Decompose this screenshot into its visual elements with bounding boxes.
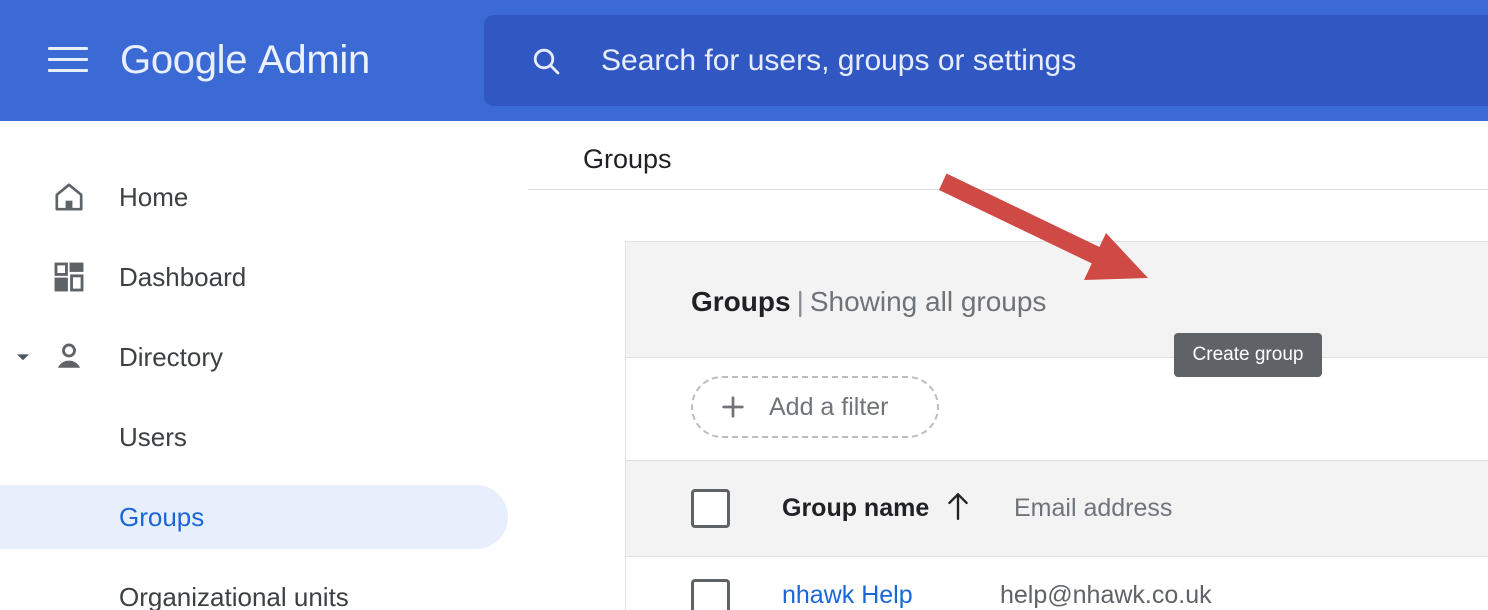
- plus-icon: [718, 392, 748, 422]
- hamburger-bar-2: [48, 58, 88, 61]
- main-content: Groups Groups|Showing all groups Create …: [520, 121, 1488, 610]
- sidebar-item-dashboard[interactable]: Dashboard: [0, 245, 508, 309]
- sidebar-item-home[interactable]: Home: [0, 165, 508, 229]
- brand-google: Google: [120, 38, 248, 82]
- caret-down-icon[interactable]: [12, 346, 34, 368]
- sidebar-item-label: Dashboard: [119, 262, 247, 292]
- column-header-email-address[interactable]: Email address: [1014, 492, 1172, 524]
- column-header-group-name[interactable]: Group name: [782, 492, 929, 524]
- sidebar-item-groups[interactable]: Groups: [0, 485, 508, 549]
- groups-card: Groups|Showing all groups Create group A…: [625, 241, 1488, 610]
- title-divider: [528, 189, 1488, 190]
- search-icon: [530, 45, 562, 77]
- table-row[interactable]: nhawk Help help@nhawk.co.uk: [626, 557, 1488, 610]
- sidebar-item-label: Users: [119, 422, 187, 452]
- sidebar-item-label: Groups: [119, 502, 205, 532]
- person-icon: [50, 338, 88, 376]
- screen-root: Google Admin Search for users, groups or…: [0, 0, 1488, 610]
- global-search-bar[interactable]: Search for users, groups or settings: [484, 15, 1488, 106]
- groups-card-title-sub: Showing all groups: [809, 286, 1047, 317]
- add-filter-button[interactable]: Add a filter: [691, 376, 939, 438]
- sidebar-nav: Home Dashboard Directory Users Groups Or…: [0, 121, 520, 610]
- sidebar-item-users[interactable]: Users: [0, 405, 508, 469]
- hamburger-bar-1: [48, 47, 88, 50]
- search-input[interactable]: Search for users, groups or settings: [601, 41, 1076, 81]
- groups-card-title-strong: Groups: [691, 286, 791, 317]
- sidebar-item-directory[interactable]: Directory: [0, 325, 508, 389]
- sidebar-item-label: Organizational units: [119, 582, 349, 610]
- arrow-up-icon[interactable]: [944, 489, 972, 523]
- home-icon: [50, 178, 88, 216]
- select-all-checkbox[interactable]: [691, 489, 730, 528]
- group-name-link[interactable]: nhawk Help: [782, 579, 913, 610]
- brand-admin: Admin: [258, 38, 370, 82]
- sidebar-item-label: Directory: [119, 342, 224, 372]
- create-group-tooltip: Create group: [1174, 333, 1322, 377]
- add-filter-label: Add a filter: [769, 393, 889, 421]
- filter-bar: Add a filter: [626, 358, 1488, 461]
- groups-card-header: Groups|Showing all groups Create group: [626, 242, 1488, 358]
- dashboard-icon: [50, 258, 88, 296]
- page-title: Groups: [583, 144, 672, 174]
- group-email-address: help@nhawk.co.uk: [1000, 581, 1212, 609]
- brand-title[interactable]: Google Admin: [120, 32, 370, 88]
- groups-card-title: Groups | Showing all groups: [691, 284, 1046, 320]
- groups-table-header: Group name Email address: [626, 461, 1488, 557]
- groups-card-title-separator: |: [796, 286, 804, 317]
- app-header: Google Admin Search for users, groups or…: [0, 0, 1488, 121]
- sidebar-item-organizational-units[interactable]: Organizational units: [0, 565, 508, 610]
- sidebar-item-label: Home: [119, 182, 189, 212]
- row-select-checkbox[interactable]: [691, 579, 730, 610]
- hamburger-bar-3: [48, 69, 88, 72]
- hamburger-menu-icon[interactable]: [48, 44, 88, 76]
